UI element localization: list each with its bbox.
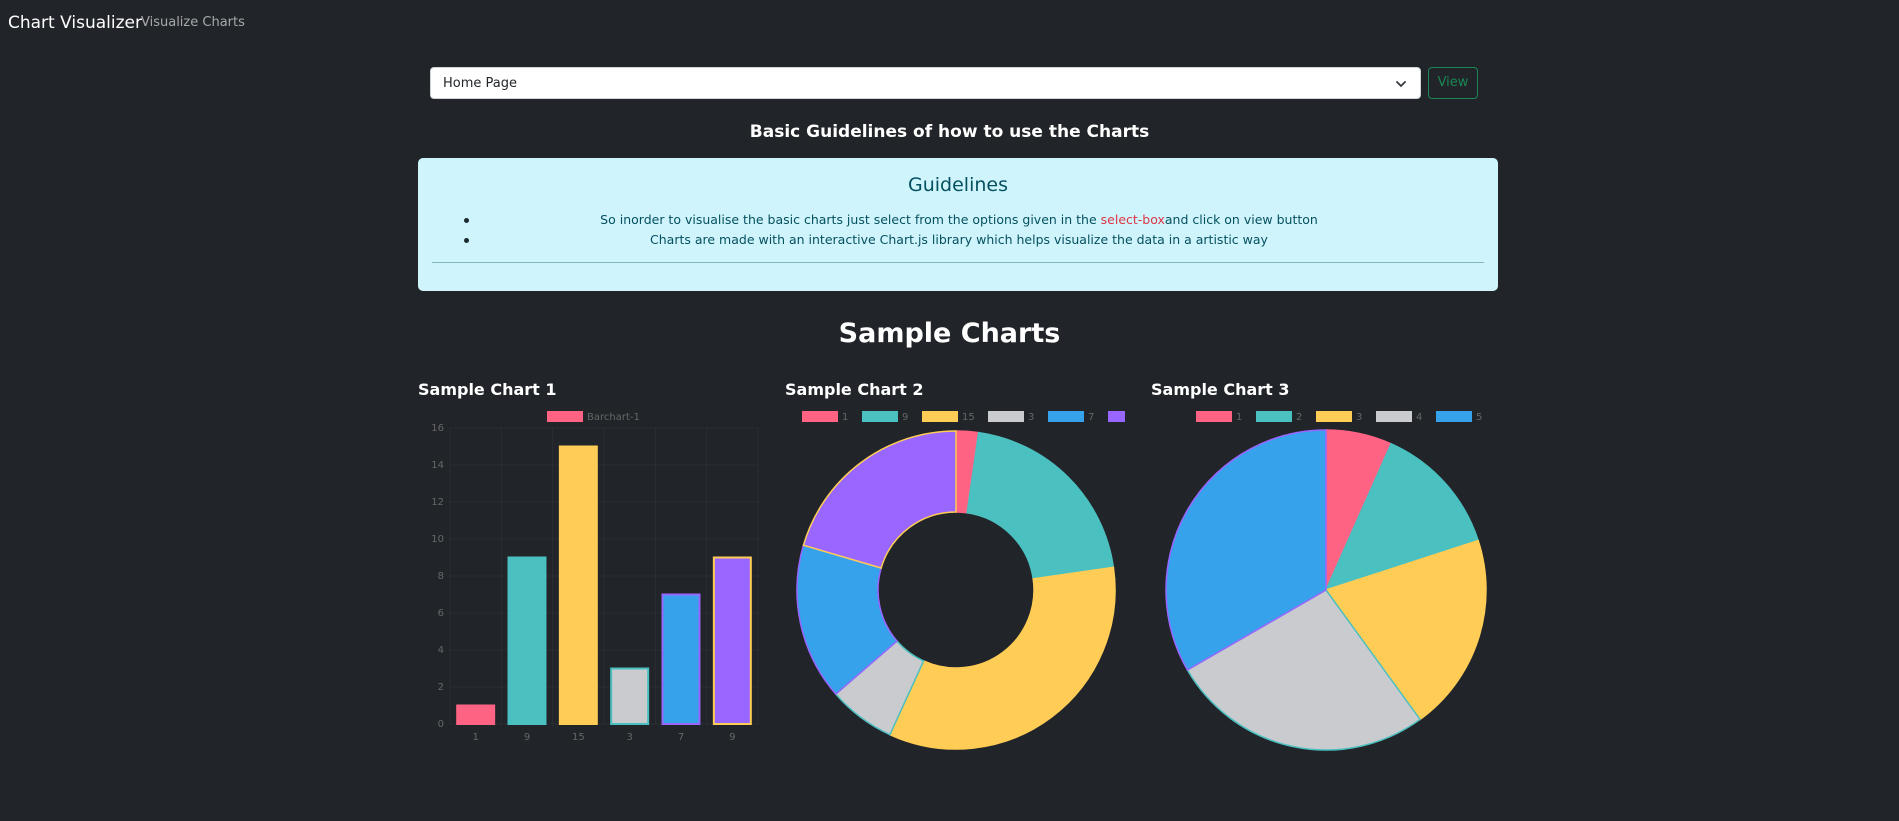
bar <box>456 704 496 725</box>
x-tick-label: 15 <box>572 732 585 743</box>
y-tick-label: 14 <box>431 460 444 471</box>
y-tick-label: 16 <box>431 423 444 434</box>
view-button[interactable]: View <box>1428 67 1478 99</box>
y-tick-label: 0 <box>438 719 444 730</box>
bar <box>712 556 752 725</box>
chevron-down-icon <box>1396 81 1406 87</box>
legend-swatch <box>1048 411 1084 422</box>
x-tick-label: 1 <box>472 732 478 743</box>
nav-link-visualize-charts[interactable]: Visualize Charts <box>141 15 245 30</box>
legend-label: 3 <box>1028 412 1034 423</box>
chart-select-value: Home Page <box>443 76 517 91</box>
divider <box>432 262 1484 263</box>
legend-label: Barchart-1 <box>587 412 640 423</box>
chart1-title: Sample Chart 1 <box>418 380 557 399</box>
legend-label: 5 <box>1476 412 1482 423</box>
legend-swatch <box>1256 411 1292 422</box>
legend-label: 4 <box>1416 412 1422 423</box>
y-tick-label: 10 <box>431 534 444 545</box>
legend-swatch <box>988 411 1024 422</box>
legend-swatch <box>922 411 958 422</box>
y-tick-label: 2 <box>438 682 444 693</box>
guideline-text: and click on view button <box>1164 212 1318 227</box>
bar-chart: Barchart-1 0 2 4 6 8 10 12 14 16 1 9 15 3 7 9 <box>431 411 759 743</box>
legend-swatch <box>1108 411 1125 422</box>
sample-charts-heading: Sample Charts <box>838 318 1061 349</box>
guideline-item: So inorder to visualise the basic charts… <box>444 210 1474 230</box>
legend-label: 1 <box>842 412 848 423</box>
pie-slice <box>966 431 1115 580</box>
chart2-title: Sample Chart 2 <box>785 380 924 399</box>
legend-label: 3 <box>1356 412 1362 423</box>
doughnut-chart: 1915379 <box>796 411 1125 750</box>
guideline-text: Charts are made with an interactive Char… <box>650 232 1268 247</box>
pie-slice <box>802 430 957 569</box>
guideline-text: So inorder to visualise the basic charts… <box>600 212 1101 227</box>
legend-swatch <box>1196 411 1232 422</box>
x-tick-label: 9 <box>524 732 530 743</box>
bar <box>661 593 701 725</box>
pie-slice <box>888 566 1116 750</box>
legend-swatch <box>547 411 583 422</box>
legend-swatch <box>1436 411 1472 422</box>
bar <box>558 445 598 725</box>
legend-label: 7 <box>1088 412 1094 423</box>
legend-label: 1 <box>1236 412 1242 423</box>
legend-label: 15 <box>962 412 975 423</box>
guideline-item: Charts are made with an interactive Char… <box>444 230 1474 250</box>
guidelines-title: Guidelines <box>908 174 1008 196</box>
legend-label: 2 <box>1296 412 1302 423</box>
bar <box>507 556 547 725</box>
guidelines-alert: Guidelines So inorder to visualise the b… <box>418 158 1498 291</box>
chart3-title: Sample Chart 3 <box>1151 380 1290 399</box>
bar <box>610 667 650 725</box>
x-tick-label: 9 <box>729 732 735 743</box>
y-tick-label: 12 <box>431 497 444 508</box>
chart-select[interactable]: Home Page <box>430 67 1421 99</box>
x-tick-label: 3 <box>626 732 632 743</box>
legend-swatch <box>862 411 898 422</box>
x-tick-label: 7 <box>678 732 684 743</box>
legend-swatch <box>802 411 838 422</box>
guidelines-heading: Basic Guidelines of how to use the Chart… <box>749 122 1150 142</box>
pie-chart: 1 2 3 4 5 <box>1165 411 1487 751</box>
navbar: Chart Visualizer Visualize Charts <box>0 0 1899 46</box>
guidelines-list: So inorder to visualise the basic charts… <box>444 210 1474 250</box>
y-tick-label: 4 <box>438 645 444 656</box>
select-box-highlight: select-box <box>1100 212 1165 227</box>
y-tick-label: 6 <box>438 608 444 619</box>
legend-label: 9 <box>902 412 908 423</box>
legend-swatch <box>1316 411 1352 422</box>
navbar-brand[interactable]: Chart Visualizer <box>8 13 142 33</box>
legend-swatch <box>1376 411 1412 422</box>
y-tick-label: 8 <box>438 571 444 582</box>
